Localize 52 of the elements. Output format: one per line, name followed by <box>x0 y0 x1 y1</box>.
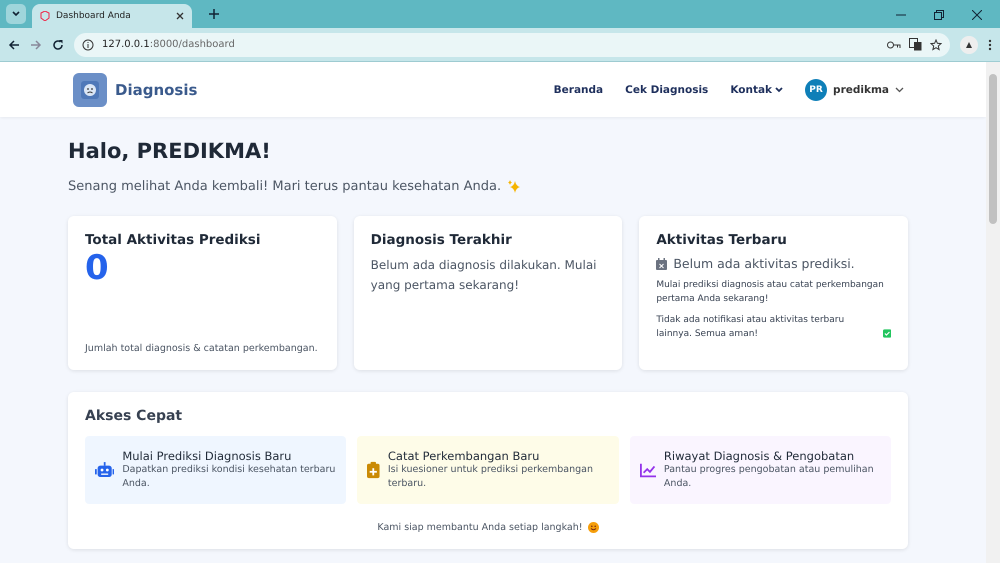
tab-favicon-icon <box>40 11 50 21</box>
check-icon <box>882 328 891 339</box>
footer-message: Kami siap membantu Anda setiap langkah! <box>377 522 583 533</box>
greeting-title: Halo, PREDIKMA! <box>68 139 272 163</box>
action-description: Dapatkan prediksi kondisi kesehatan terbaru Anda. <box>122 463 336 491</box>
forward-icon[interactable] <box>30 38 42 50</box>
star-icon[interactable] <box>930 38 942 50</box>
section-title: Akses Cepat <box>85 408 184 424</box>
key-icon[interactable] <box>887 40 901 48</box>
card-note: Jumlah total diagnosis & catatan perkembangan. <box>85 343 319 354</box>
user-menu[interactable]: PR predikma <box>805 78 904 100</box>
chevron-down-icon <box>895 86 904 92</box>
nav-link[interactable]: Cek Diagnosis <box>625 84 708 96</box>
quick-action-card[interactable]: Riwayat Diagnosis & Pengobatan Pantau progres pengobatan atau pemulihan Anda. <box>630 436 891 504</box>
restore-icon[interactable] <box>934 10 944 20</box>
greeting-subtitle: Senang melihat Anda kembali! Mari terus pantau kesehatan Anda. <box>68 179 502 194</box>
menu-icon[interactable] <box>988 38 992 50</box>
empty-message: Belum ada aktivitas prediksi. <box>673 256 855 271</box>
chevron-down-icon <box>775 86 784 92</box>
chevron-down-icon <box>12 11 20 17</box>
card-text: Belum ada diagnosis dilakukan. Mulai yang pertama sekarang! <box>370 257 598 294</box>
card-title: Total Aktivitas Prediksi <box>85 232 262 248</box>
quick-action-card[interactable]: Mulai Prediksi Diagnosis Baru Dapatkan prediksi kondisi kesehatan terbaru Anda. <box>85 436 346 504</box>
address-bar[interactable]: 127.0.0.1:8000/dashboard <box>74 32 950 56</box>
close-icon[interactable] <box>972 10 982 20</box>
extension-icon[interactable] <box>960 36 978 54</box>
card-title: Diagnosis Terakhir <box>370 232 513 248</box>
card-note: Tidak ada notifikasi atau aktivitas terbaru lainnya. Semua aman! <box>656 314 846 340</box>
translate-icon[interactable] <box>909 38 922 51</box>
nav-dropdown[interactable]: Kontak <box>730 84 784 96</box>
tab-search-button[interactable] <box>6 4 26 24</box>
reload-icon[interactable] <box>52 38 64 50</box>
action-description: Isi kuesioner untuk prediksi perkembangan terbaru. <box>388 463 594 491</box>
browser-tab[interactable]: Dashboard Anda <box>32 4 192 28</box>
card-text: Mulai prediksi diagnosis atau catat perkembangan pertama Anda sekarang! <box>656 279 885 306</box>
info-icon <box>82 38 94 50</box>
action-description: Pantau progres pengobatan atau pemulihan Anda. <box>664 463 875 491</box>
stat-value: 0 <box>85 250 110 288</box>
sad-face-logo-icon[interactable] <box>73 72 107 106</box>
quick-action-card[interactable]: Catat Perkembangan Baru Isi kuesioner untuk prediksi perkembangan terbaru. <box>357 436 619 504</box>
card-title: Aktivitas Terbaru <box>656 232 788 248</box>
action-title: Riwayat Diagnosis & Pengobatan <box>664 449 856 464</box>
calendar-icon <box>656 258 668 270</box>
action-title: Mulai Prediksi Diagnosis Baru <box>122 449 292 464</box>
smile-icon <box>588 522 599 533</box>
action-title: Catat Perkembangan Baru <box>388 449 540 464</box>
nav-link[interactable]: Beranda <box>554 84 604 96</box>
back-icon[interactable] <box>8 38 20 50</box>
sparkle-icon <box>507 180 522 194</box>
close-icon[interactable] <box>176 12 184 20</box>
scrollbar[interactable] <box>986 62 1000 563</box>
brand-name[interactable]: Diagnosis <box>115 80 198 98</box>
